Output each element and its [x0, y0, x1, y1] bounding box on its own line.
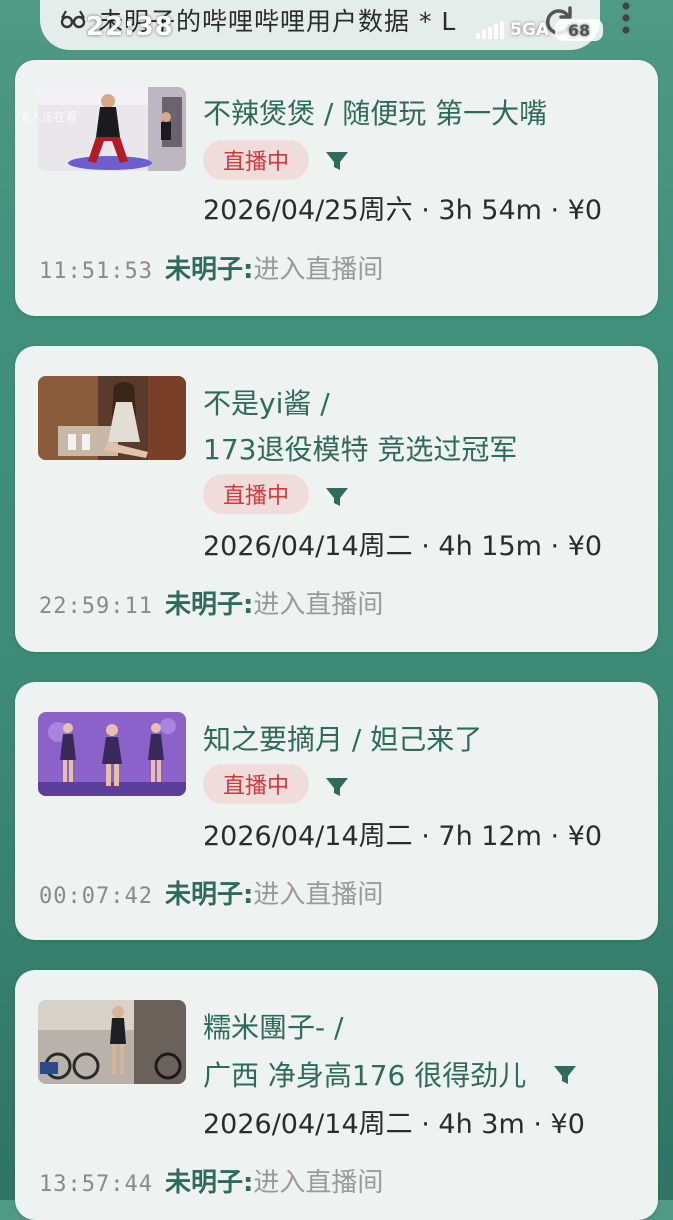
top-bar: 未明子的哔哩哔哩用户数据 * L 22:38 5GA 68 [0, 0, 673, 62]
more-options-icon[interactable] [612, 0, 640, 40]
stream-amount: ¥0 [567, 195, 603, 226]
thumbnail-image [38, 87, 186, 171]
stream-card[interactable]: 不辣煲煲 / 随便玩 第一大嘴 直播中 2026/04/25周六 · 3h 54… [15, 60, 658, 316]
stream-duration: 3h 54m [438, 195, 542, 226]
meta-separator: · [421, 195, 439, 226]
stream-meta: 2026/04/14周二 · 7h 12m · ¥0 [203, 814, 602, 853]
filter-icon[interactable] [325, 776, 349, 798]
stream-footer: 11:51:53 未明子: 进入直播间 [39, 249, 383, 286]
stream-card[interactable]: 不是yi酱 / 173退役模特 竞选过冠军 直播中 2026/04/14周二 ·… [15, 346, 658, 652]
signal-icon [476, 21, 505, 39]
stream-duration: 7h 12m [438, 821, 542, 852]
meta-separator: · [421, 821, 439, 852]
timestamp: 11:51:53 [39, 259, 153, 284]
network-type: 5GA [510, 20, 549, 40]
filter-icon[interactable] [325, 150, 349, 172]
stream-title[interactable]: 不辣煲煲 / 随便玩 第一大嘴 [203, 92, 547, 132]
enter-live-room-link[interactable]: 进入直播间 [253, 874, 383, 911]
stream-thumbnail[interactable] [38, 376, 186, 460]
status-indicators: 5GA 68 [476, 15, 603, 45]
stream-thumbnail[interactable] [38, 87, 186, 171]
timestamp: 22:59:11 [39, 594, 153, 619]
stream-subtitle[interactable]: 广西 净身高176 很得劲儿 [203, 1054, 526, 1094]
user-name[interactable]: 未明子: [165, 874, 253, 911]
stream-date: 2026/04/14周二 [203, 821, 413, 852]
filter-icon[interactable] [553, 1064, 577, 1086]
battery-icon: 68 [555, 19, 603, 41]
user-name[interactable]: 未明子: [165, 1162, 253, 1199]
stream-amount: ¥0 [567, 821, 603, 852]
meta-separator: · [550, 821, 568, 852]
stream-date: 2026/04/25周六 [203, 195, 413, 226]
meta-separator: · [550, 531, 568, 562]
thumbnail-image [38, 712, 186, 796]
filter-icon[interactable] [325, 486, 349, 508]
live-status-badge: 直播中 [203, 140, 309, 180]
stream-meta: 2026/04/14周二 · 4h 15m · ¥0 [203, 524, 602, 563]
live-status-badge: 直播中 [203, 474, 309, 514]
live-status-badge: 直播中 [203, 764, 309, 804]
stream-title[interactable]: 知之要摘月 / 妲己来了 [203, 718, 482, 758]
stream-footer: 00:07:42 未明子: 进入直播间 [39, 874, 383, 911]
thumbnail-image [38, 376, 186, 460]
meta-separator: · [421, 531, 439, 562]
enter-live-room-link[interactable]: 进入直播间 [253, 584, 383, 621]
thumbnail-image [38, 1000, 186, 1084]
enter-live-room-link[interactable]: 进入直播间 [253, 1162, 383, 1199]
user-name[interactable]: 未明子: [165, 584, 253, 621]
meta-separator: · [550, 195, 568, 226]
stream-date: 2026/04/14周二 [203, 1109, 413, 1140]
stream-thumbnail[interactable] [38, 1000, 186, 1084]
stream-meta: 2026/04/14周二 · 4h 3m · ¥0 [203, 1102, 585, 1141]
stream-amount: ¥0 [550, 1109, 585, 1140]
stream-card[interactable]: 知之要摘月 / 妲己来了 直播中 2026/04/14周二 · 7h 12m ·… [15, 682, 658, 940]
stream-duration: 4h 15m [438, 531, 542, 562]
meta-separator: · [533, 1109, 551, 1140]
stream-footer: 13:57:44 未明子: 进入直播间 [39, 1162, 383, 1199]
stream-date: 2026/04/14周二 [203, 531, 413, 562]
timestamp: 00:07:42 [39, 884, 153, 909]
stream-title[interactable]: 糯米團子- / [203, 1006, 343, 1046]
glasses-icon [60, 10, 86, 29]
stream-meta: 2026/04/25周六 · 3h 54m · ¥0 [203, 188, 602, 227]
stream-duration: 4h 3m [438, 1109, 525, 1140]
meta-separator: · [421, 1109, 439, 1140]
stream-amount: ¥0 [567, 531, 603, 562]
status-time: 22:38 [86, 12, 174, 42]
viewer-count-overlay: 6人正在看 [22, 110, 78, 124]
stream-title[interactable]: 不是yi酱 / [203, 382, 330, 422]
stream-card[interactable]: 糯米團子- / 广西 净身高176 很得劲儿 2026/04/14周二 · 4h… [15, 970, 658, 1220]
timestamp: 13:57:44 [39, 1172, 153, 1197]
enter-live-room-link[interactable]: 进入直播间 [253, 249, 383, 286]
user-name[interactable]: 未明子: [165, 249, 253, 286]
stream-footer: 22:59:11 未明子: 进入直播间 [39, 584, 383, 621]
stream-thumbnail[interactable] [38, 712, 186, 796]
stream-subtitle[interactable]: 173退役模特 竞选过冠军 [203, 428, 517, 468]
